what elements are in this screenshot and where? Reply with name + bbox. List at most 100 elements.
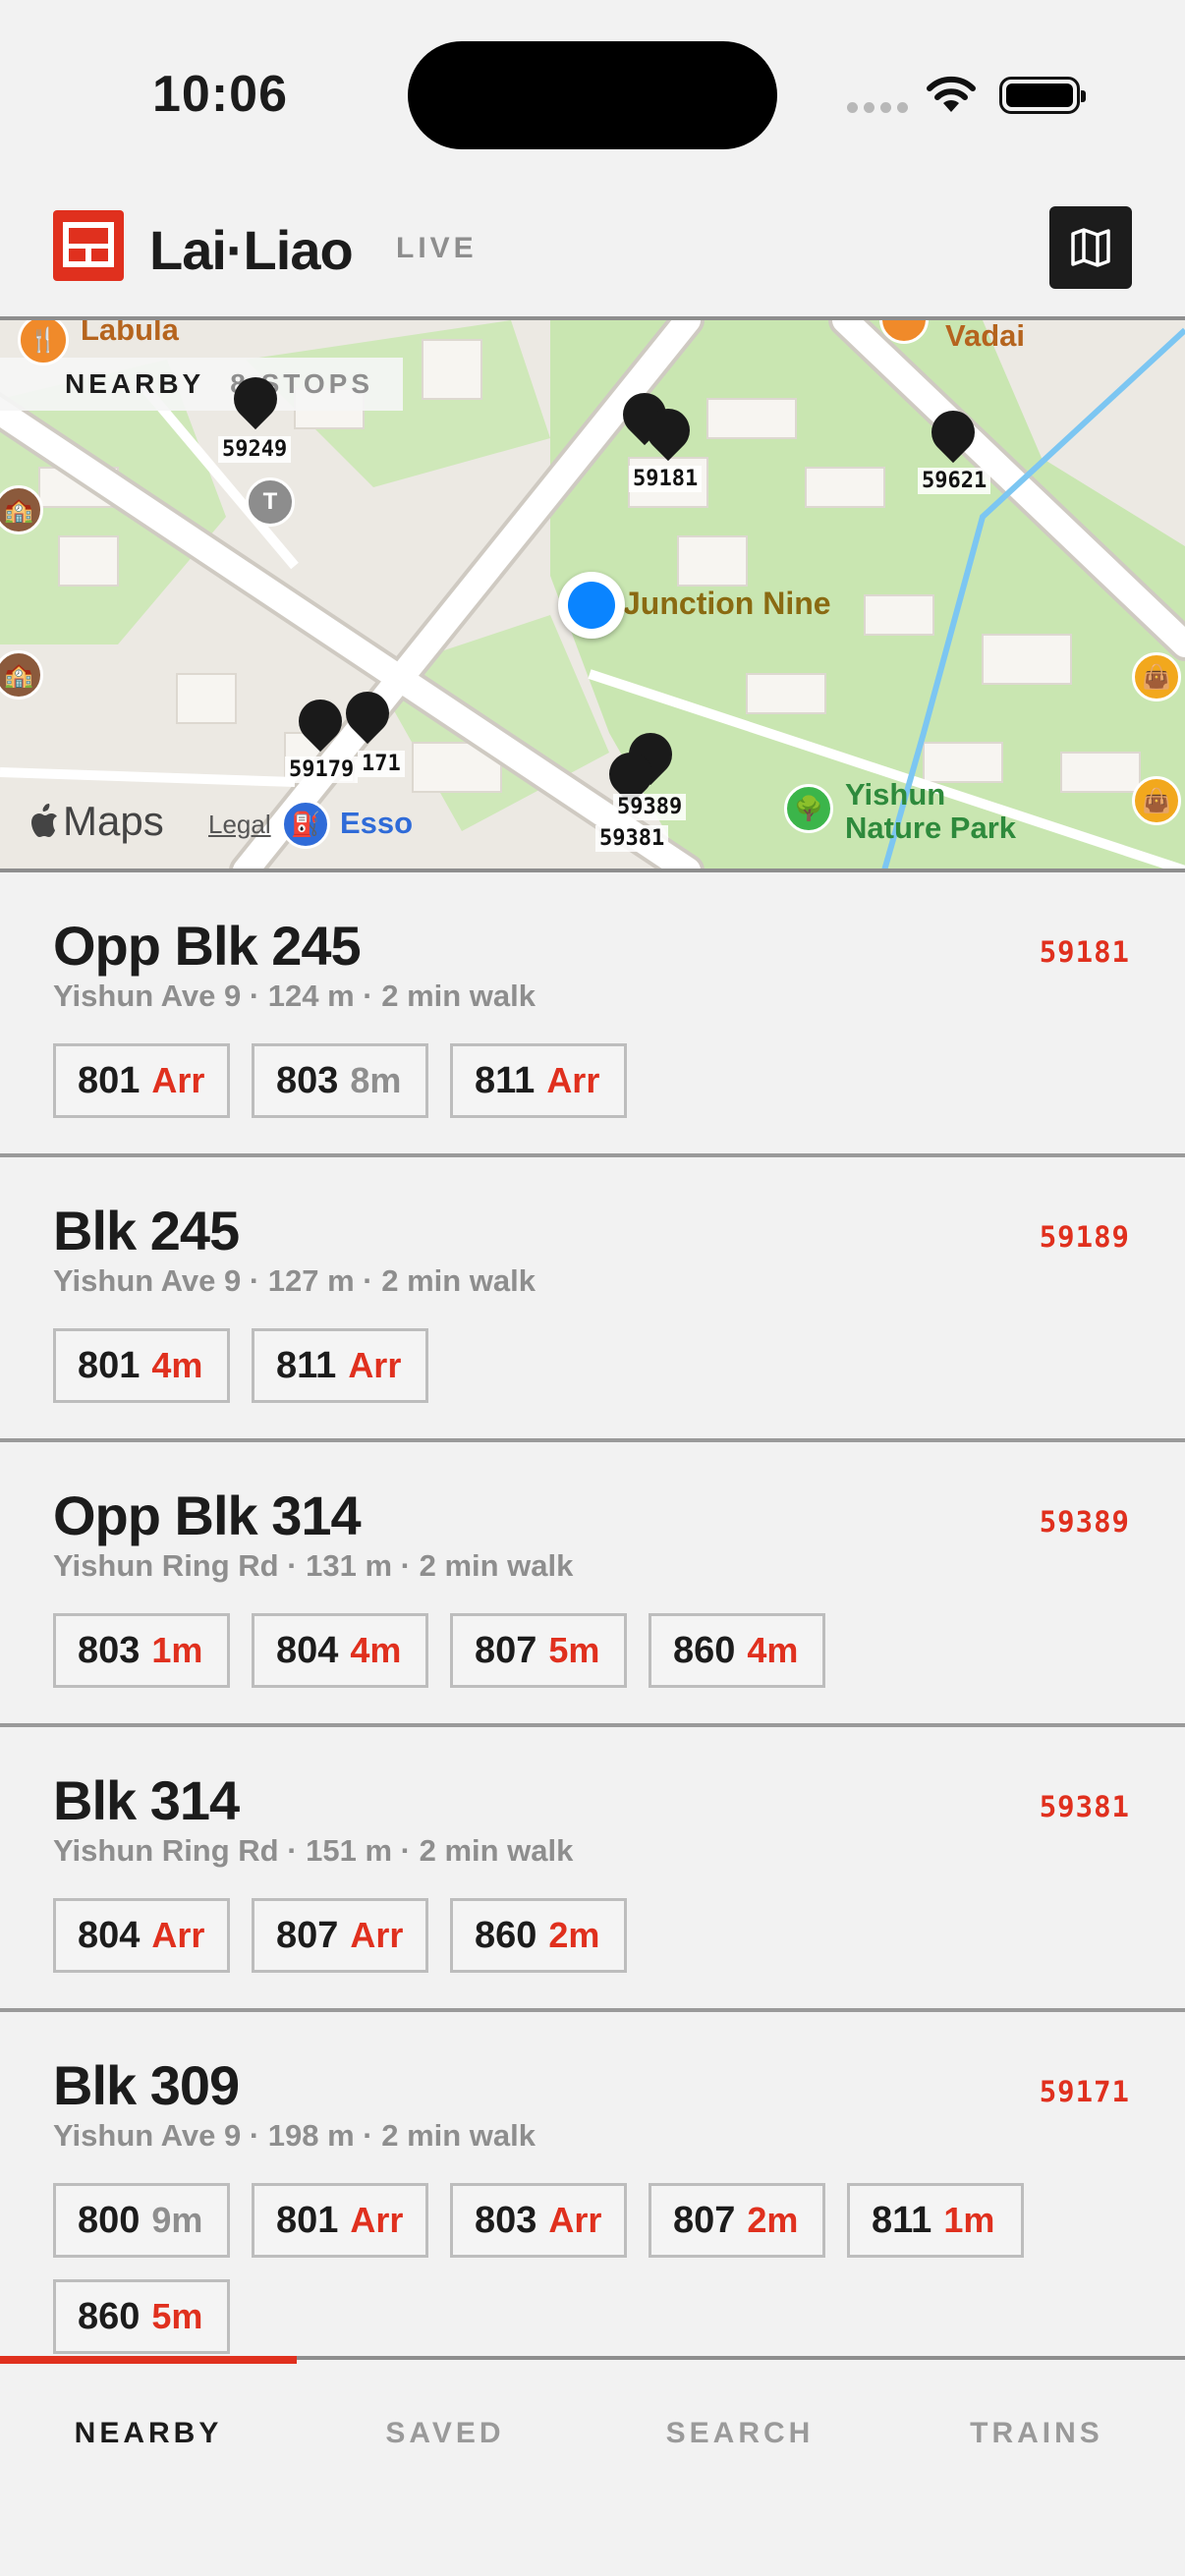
nearby-stops-tag: NEARBY 8 STOPS bbox=[0, 358, 403, 411]
service-eta: Arr bbox=[151, 1060, 205, 1100]
service-number: 800 bbox=[78, 2199, 141, 2241]
service-eta: Arr bbox=[546, 1060, 600, 1100]
service-number: 860 bbox=[475, 1914, 537, 1956]
stop-card[interactable]: Blk 245 59189 Yishun Ave 9 · 127 m · 2 m… bbox=[0, 1157, 1185, 1442]
clock: 10:06 bbox=[152, 66, 288, 123]
service-eta: Arr bbox=[151, 1915, 205, 1955]
wifi-icon bbox=[927, 76, 976, 112]
service-chip[interactable]: 860 4m bbox=[649, 1613, 825, 1688]
service-chip[interactable]: 803 8m bbox=[252, 1043, 428, 1118]
restaurant-icon: 🍴 bbox=[18, 320, 69, 365]
poi-vadai: Vadai bbox=[945, 318, 1025, 353]
cellular-signal-icon bbox=[847, 102, 908, 113]
service-eta: Arr bbox=[350, 2200, 404, 2240]
park-icon: 🌳 bbox=[784, 784, 833, 833]
service-eta: 5m bbox=[151, 2296, 203, 2336]
service-chips: 803 1m 804 4m 807 5m 860 4m bbox=[53, 1613, 1134, 1688]
service-chip[interactable]: 807 2m bbox=[649, 2183, 825, 2258]
bus-interchange-icon: T bbox=[246, 477, 295, 527]
shopping-icon: 👜 bbox=[1132, 776, 1181, 825]
service-eta: 5m bbox=[548, 1630, 600, 1670]
pin-label: 59181 bbox=[629, 466, 703, 492]
pin-label: 59621 bbox=[918, 468, 991, 494]
service-number: 860 bbox=[78, 2295, 141, 2337]
service-number: 801 bbox=[276, 2199, 339, 2241]
stop-meta: Yishun Ave 9 · 127 m · 2 min walk bbox=[53, 1263, 536, 1298]
stop-name: Blk 309 bbox=[53, 2054, 240, 2116]
tab-trains[interactable]: TRAINS bbox=[888, 2417, 1185, 2450]
pin-label: 171 bbox=[358, 751, 405, 777]
service-eta: 4m bbox=[350, 1630, 402, 1670]
legal-link[interactable]: Legal bbox=[208, 810, 271, 840]
maps-label: Maps bbox=[63, 798, 164, 844]
service-chip[interactable]: 804 Arr bbox=[53, 1898, 230, 1973]
nearby-label: NEARBY bbox=[65, 368, 205, 399]
service-chip[interactable]: 807 5m bbox=[450, 1613, 627, 1688]
service-eta: 4m bbox=[747, 1630, 799, 1670]
service-number: 801 bbox=[78, 1344, 141, 1386]
service-chip[interactable]: 800 9m bbox=[53, 2183, 230, 2258]
service-chips: 800 9m 801 Arr 803 Arr 807 2m 811 1m 860 5m bbox=[53, 2183, 1134, 2354]
service-chip[interactable]: 801 Arr bbox=[252, 2183, 428, 2258]
service-chip[interactable]: 860 5m bbox=[53, 2279, 230, 2354]
service-number: 803 bbox=[78, 1629, 141, 1671]
service-number: 807 bbox=[475, 1629, 537, 1671]
service-chips: 804 Arr 807 Arr 860 2m bbox=[53, 1898, 1134, 1973]
live-label: LIVE bbox=[396, 232, 478, 264]
poi-yishun-park: Yishun Nature Park bbox=[845, 777, 1017, 846]
service-chip[interactable]: 811 Arr bbox=[252, 1328, 428, 1403]
service-chips: 801 Arr 803 8m 811 Arr bbox=[53, 1043, 1134, 1118]
stop-name: Blk 245 bbox=[53, 1200, 240, 1261]
service-chips: 801 4m 811 Arr bbox=[53, 1328, 1134, 1403]
tab-search[interactable]: SEARCH bbox=[592, 2417, 888, 2450]
tab-saved[interactable]: SAVED bbox=[297, 2417, 593, 2450]
stop-list[interactable]: Opp Blk 245 59181 Yishun Ave 9 · 124 m ·… bbox=[0, 872, 1185, 2358]
tab-nearby[interactable]: NEARBY bbox=[0, 2417, 297, 2450]
service-chip[interactable]: 807 Arr bbox=[252, 1898, 428, 1973]
stop-meta: Yishun Ring Rd · 151 m · 2 min walk bbox=[53, 1833, 574, 1868]
service-chip[interactable]: 811 Arr bbox=[450, 1043, 627, 1118]
stop-meta: Yishun Ave 9 · 198 m · 2 min walk bbox=[53, 2118, 536, 2153]
service-chip[interactable]: 860 2m bbox=[450, 1898, 627, 1973]
map-toggle-button[interactable] bbox=[1049, 206, 1132, 289]
map-icon bbox=[1071, 228, 1110, 267]
service-eta: 2m bbox=[747, 2200, 799, 2240]
shopping-icon: 👜 bbox=[1132, 652, 1181, 701]
pin-label: 59179 bbox=[285, 756, 359, 783]
service-number: 811 bbox=[475, 1059, 536, 1101]
stop-card[interactable]: Opp Blk 245 59181 Yishun Ave 9 · 124 m ·… bbox=[0, 872, 1185, 1157]
stop-meta: Yishun Ave 9 · 124 m · 2 min walk bbox=[53, 979, 536, 1013]
service-eta: Arr bbox=[548, 2200, 602, 2240]
service-chip[interactable]: 801 4m bbox=[53, 1328, 230, 1403]
poi-labula: Labula bbox=[81, 316, 179, 347]
bus-logo-icon bbox=[53, 210, 124, 281]
stop-card[interactable]: Opp Blk 314 59389 Yishun Ring Rd · 131 m… bbox=[0, 1442, 1185, 1727]
active-tab-indicator bbox=[0, 2356, 297, 2364]
pin-label: 59249 bbox=[218, 436, 292, 463]
service-eta: 1m bbox=[943, 2200, 995, 2240]
service-eta: 8m bbox=[350, 1060, 402, 1100]
battery-icon bbox=[999, 77, 1086, 114]
stop-code: 59171 bbox=[1039, 2075, 1130, 2108]
nearby-map[interactable]: NEARBY 8 STOPS 🍴 Labula Vadai 🏫 🏫 T 👜 👜 … bbox=[0, 316, 1185, 872]
fuel-icon: ⛽ bbox=[281, 800, 330, 849]
user-location-dot bbox=[558, 572, 625, 639]
service-chip[interactable]: 801 Arr bbox=[53, 1043, 230, 1118]
service-chip[interactable]: 803 1m bbox=[53, 1613, 230, 1688]
stop-name: Blk 314 bbox=[53, 1769, 240, 1831]
service-number: 811 bbox=[276, 1344, 337, 1386]
app-header: Lai·Liao LIVE bbox=[0, 187, 1185, 316]
status-bar: 10:06 bbox=[0, 0, 1185, 187]
apple-maps-logo: Maps bbox=[29, 798, 164, 845]
service-chip[interactable]: 803 Arr bbox=[450, 2183, 627, 2258]
stop-card[interactable]: Blk 314 59381 Yishun Ring Rd · 151 m · 2… bbox=[0, 1727, 1185, 2012]
service-number: 803 bbox=[276, 1059, 339, 1101]
service-eta: Arr bbox=[350, 1915, 404, 1955]
dynamic-island bbox=[408, 41, 777, 149]
poi-junction-nine: Junction Nine bbox=[623, 586, 831, 621]
poi-esso: Esso bbox=[340, 806, 414, 840]
stop-card[interactable]: Blk 309 59171 Yishun Ave 9 · 198 m · 2 m… bbox=[0, 2012, 1185, 2358]
service-chip[interactable]: 811 1m bbox=[847, 2183, 1024, 2258]
service-chip[interactable]: 804 4m bbox=[252, 1613, 428, 1688]
service-number: 807 bbox=[276, 1914, 339, 1956]
